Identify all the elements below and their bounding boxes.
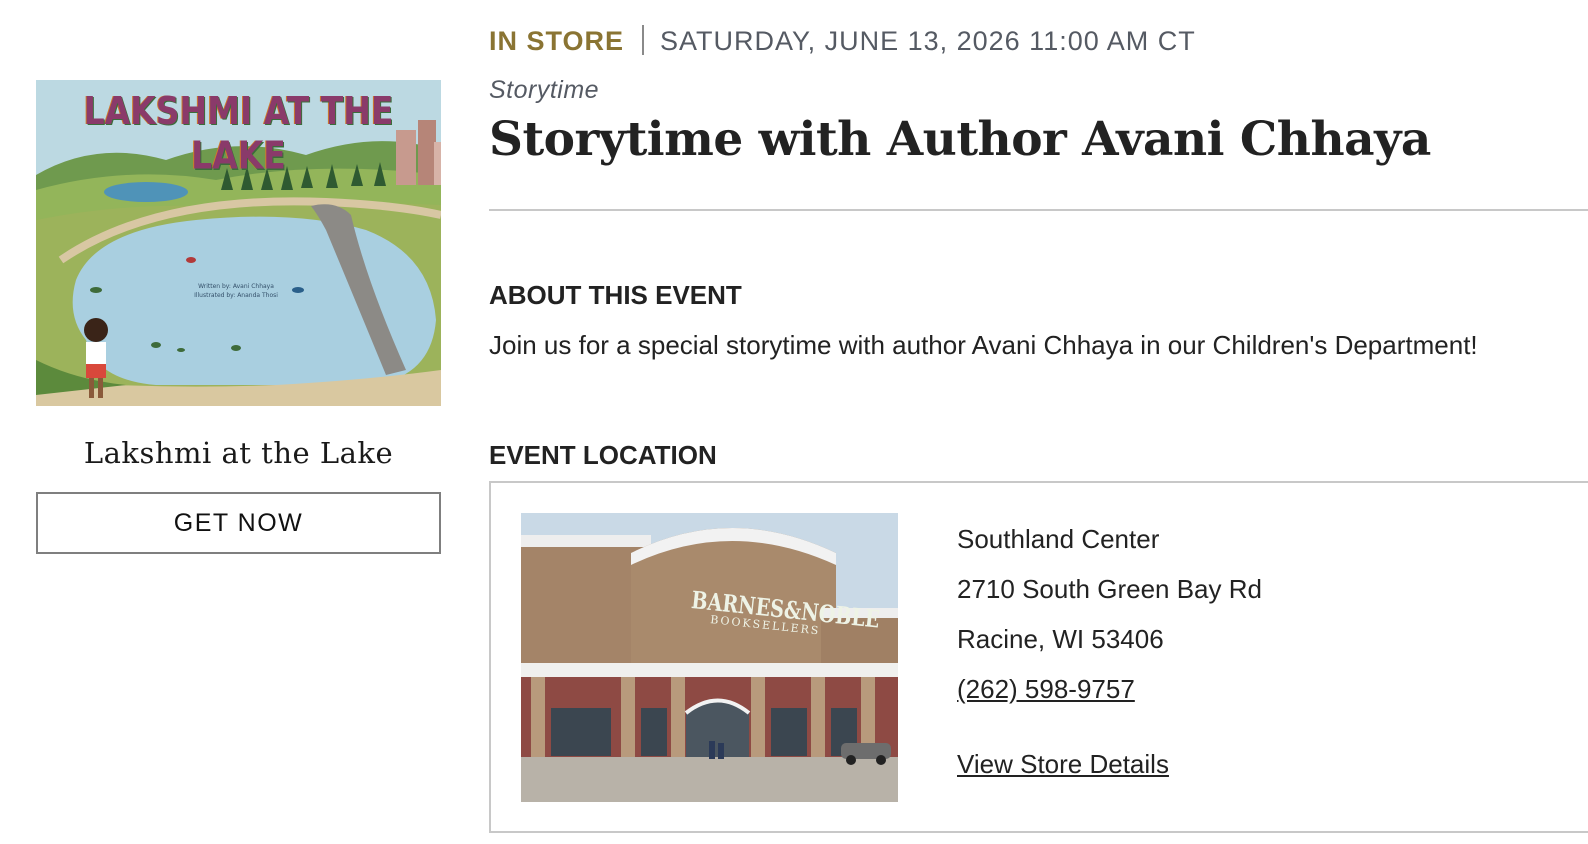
- event-title: Storytime with Author Avani Chhaya: [489, 112, 1431, 167]
- event-page: LAKSHMI AT THE LAKE Written by: Avani Ch…: [0, 0, 1588, 844]
- about-heading: ABOUT THIS EVENT: [489, 280, 742, 310]
- store-phone-row: (262) 598-9757: [957, 667, 1262, 717]
- store-info: Southland Center 2710 South Green Bay Rd…: [957, 517, 1262, 780]
- store-phone-link[interactable]: (262) 598-9757: [957, 674, 1135, 704]
- store-name: Southland Center: [957, 524, 1160, 554]
- book-cover-illustrator-credit: Illustrated by: Ananda Thosi: [194, 292, 278, 299]
- book-title[interactable]: Lakshmi at the Lake: [36, 436, 441, 470]
- event-datetime: SATURDAY, JUNE 13, 2026 11:00 AM CT: [660, 26, 1196, 56]
- meta-separator: [642, 25, 645, 55]
- location-card: BARNES&NOBLE BOOKSELLERS Southland Cente…: [489, 481, 1588, 833]
- book-cover-author-credit: Written by: Avani Chhaya: [198, 283, 274, 290]
- about-description: Join us for a special storytime with aut…: [489, 330, 1478, 360]
- book-cover-title: LAKSHMI AT THE LAKE: [83, 88, 394, 178]
- book-cover-image[interactable]: LAKSHMI AT THE LAKE Written by: Avani Ch…: [36, 80, 441, 406]
- book-cover-credits: Written by: Avani Chhaya Illustrated by:…: [136, 282, 336, 300]
- store-address-line2: Racine, WI 53406: [957, 624, 1164, 654]
- title-divider: [489, 209, 1588, 211]
- store-photo: BARNES&NOBLE BOOKSELLERS: [521, 513, 898, 802]
- view-store-details-link[interactable]: View Store Details: [957, 749, 1169, 780]
- event-meta: IN STORE SATURDAY, JUNE 13, 2026 11:00 AM…: [489, 25, 1196, 57]
- featured-book: LAKSHMI AT THE LAKE Written by: Avani Ch…: [36, 80, 441, 554]
- store-address-line1: 2710 South Green Bay Rd: [957, 574, 1262, 604]
- get-now-button[interactable]: GET NOW: [36, 492, 441, 554]
- location-heading: EVENT LOCATION: [489, 440, 717, 470]
- event-category: Storytime: [489, 76, 600, 104]
- event-type-label: IN STORE: [489, 26, 625, 56]
